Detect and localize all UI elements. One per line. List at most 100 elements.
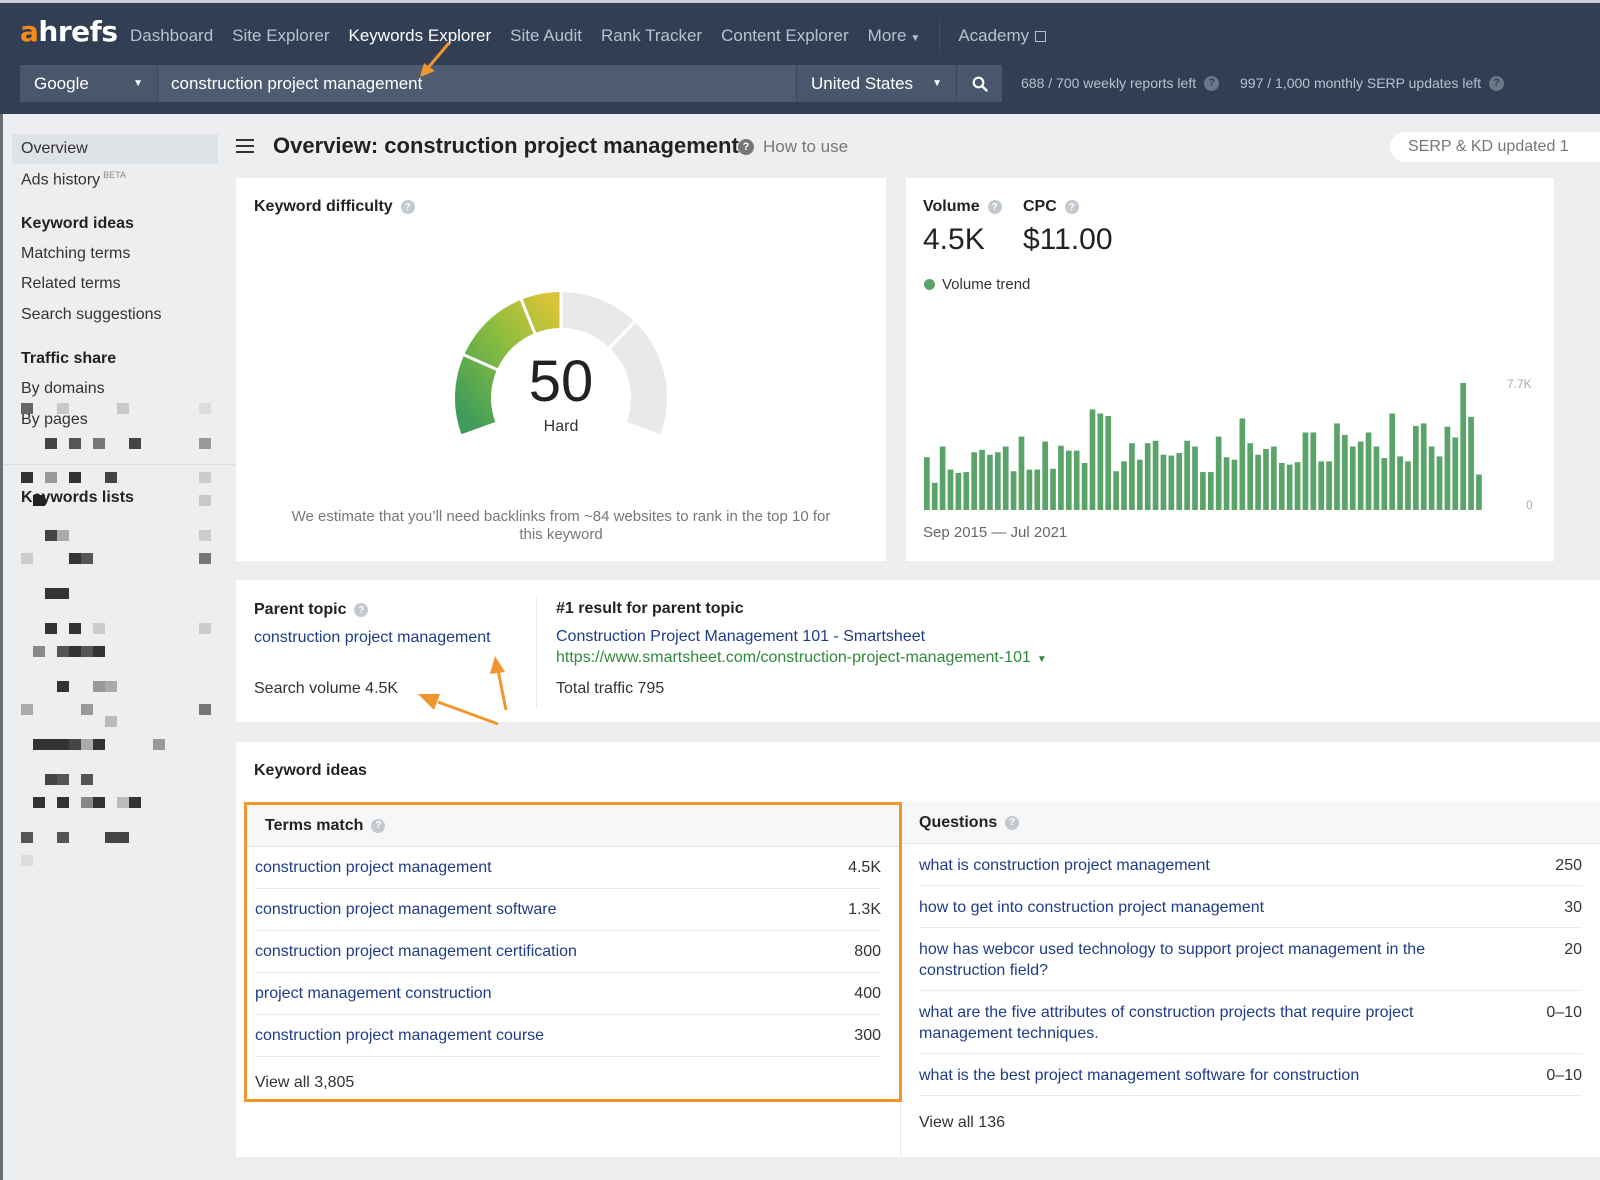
volume-trend-bar[interactable]: [1286, 464, 1293, 510]
nav-site-audit[interactable]: Site Audit: [510, 26, 582, 46]
nav-content-explorer[interactable]: Content Explorer: [721, 26, 849, 46]
nav-rank-tracker[interactable]: Rank Tracker: [601, 26, 702, 46]
question-link[interactable]: what is construction project management: [919, 855, 1459, 876]
volume-trend-bar[interactable]: [1468, 416, 1474, 510]
volume-trend-bar[interactable]: [1129, 443, 1135, 510]
volume-trend-bar[interactable]: [1192, 446, 1198, 511]
volume-trend-bar[interactable]: [1278, 462, 1285, 510]
volume-trend-bar[interactable]: [1215, 436, 1222, 510]
volume-trend-bar[interactable]: [1144, 443, 1151, 510]
volume-trend-bar[interactable]: [1476, 474, 1482, 510]
questions-view-all-link[interactable]: View all 136: [919, 1114, 1005, 1132]
volume-trend-bar[interactable]: [1389, 413, 1396, 510]
volume-trend-bar[interactable]: [1223, 457, 1230, 510]
nav-site-explorer[interactable]: Site Explorer: [232, 26, 329, 46]
volume-trend-bar[interactable]: [1271, 446, 1277, 511]
search-engine-select[interactable]: Google ▼: [20, 65, 158, 102]
question-link[interactable]: how to get into construction project man…: [919, 897, 1459, 918]
volume-trend-bar[interactable]: [1255, 454, 1261, 510]
help-icon[interactable]: ?: [987, 200, 1002, 214]
keyword-link[interactable]: project management construction: [255, 985, 492, 1003]
volume-trend-bar[interactable]: [1113, 471, 1119, 510]
help-icon[interactable]: ?: [1489, 75, 1505, 91]
volume-trend-bar[interactable]: [1089, 409, 1096, 510]
volume-trend-bar[interactable]: [963, 472, 970, 510]
help-icon[interactable]: ?: [400, 200, 415, 214]
how-to-use-link[interactable]: ? How to use: [738, 137, 848, 157]
sidebar-item-overview[interactable]: Overview: [21, 140, 88, 158]
help-icon[interactable]: ?: [1064, 200, 1079, 214]
sidebar-item-matching-terms[interactable]: Matching terms: [21, 245, 130, 263]
help-icon[interactable]: ?: [1005, 815, 1020, 830]
volume-trend-bar[interactable]: [987, 454, 993, 510]
help-icon[interactable]: ?: [1204, 75, 1220, 91]
top-result-title-link[interactable]: Construction Project Management 101 - Sm…: [556, 628, 925, 646]
volume-trend-bar[interactable]: [1405, 461, 1411, 510]
sidebar-item-ads-history[interactable]: Ads history BETA: [21, 170, 126, 189]
volume-trend-bar[interactable]: [1121, 461, 1127, 510]
question-link[interactable]: how has webcor used technology to suppor…: [919, 939, 1459, 981]
volume-trend-bar[interactable]: [1302, 432, 1309, 510]
volume-trend-bar[interactable]: [971, 452, 978, 510]
volume-trend-bar[interactable]: [1247, 443, 1254, 510]
volume-trend-bar[interactable]: [1058, 445, 1064, 510]
volume-trend-bar[interactable]: [1444, 426, 1451, 510]
volume-trend-bar[interactable]: [1326, 461, 1332, 510]
volume-trend-bar[interactable]: [1413, 425, 1419, 510]
volume-trend-bar[interactable]: [1318, 461, 1325, 510]
volume-trend-bar[interactable]: [1105, 415, 1112, 510]
ahrefs-logo[interactable]: ahrefs: [20, 15, 118, 48]
volume-trend-bar[interactable]: [1436, 456, 1443, 510]
volume-trend-bar[interactable]: [1200, 472, 1206, 510]
volume-trend-bar[interactable]: [1081, 462, 1088, 510]
volume-trend-bar[interactable]: [1065, 450, 1072, 510]
keyword-input[interactable]: [158, 65, 796, 102]
volume-trend-bar[interactable]: [1334, 423, 1340, 510]
volume-trend-bar[interactable]: [1176, 453, 1183, 510]
volume-trend-bar[interactable]: [939, 446, 946, 511]
volume-trend-bar[interactable]: [1357, 441, 1364, 510]
volume-trend-bar[interactable]: [1152, 440, 1159, 510]
parent-topic-keyword-link[interactable]: construction project management: [254, 629, 491, 647]
volume-trend-bar[interactable]: [1050, 468, 1056, 510]
volume-trend-bar[interactable]: [931, 482, 938, 510]
help-icon[interactable]: ?: [371, 818, 386, 833]
volume-trend-bar[interactable]: [955, 472, 962, 510]
volume-trend-bar[interactable]: [1420, 423, 1427, 510]
volume-trend-bar[interactable]: [1042, 441, 1048, 510]
volume-trend-bar[interactable]: [1397, 456, 1403, 510]
volume-trend-bar[interactable]: [947, 469, 954, 510]
top-result-url[interactable]: https://www.smartsheet.com/construction-…: [556, 649, 1047, 667]
keyword-link[interactable]: construction project management software: [255, 901, 556, 919]
volume-trend-bar[interactable]: [1263, 448, 1269, 510]
nav-more[interactable]: More ▼: [868, 26, 921, 46]
volume-trend-bar[interactable]: [1239, 418, 1246, 510]
volume-trend-bar[interactable]: [1294, 462, 1301, 510]
nav-dashboard[interactable]: Dashboard: [130, 26, 213, 46]
volume-trend-bar[interactable]: [1381, 458, 1388, 510]
volume-trend-bar[interactable]: [1002, 446, 1009, 511]
volume-trend-bar[interactable]: [1207, 472, 1214, 510]
volume-trend-bar[interactable]: [994, 452, 1001, 510]
sidebar-item-by-domains[interactable]: By domains: [21, 380, 105, 398]
volume-trend-bar[interactable]: [1097, 413, 1104, 510]
terms-match-view-all-link[interactable]: View all 3,805: [255, 1074, 354, 1092]
volume-trend-bar[interactable]: [1160, 454, 1167, 510]
sidebar-item-search-suggestions[interactable]: Search suggestions: [21, 306, 162, 324]
volume-trend-bar[interactable]: [1452, 437, 1459, 510]
volume-trend-bar[interactable]: [1073, 450, 1080, 510]
volume-trend-bar[interactable]: [1342, 434, 1348, 510]
volume-trend-bar[interactable]: [1428, 446, 1435, 511]
country-select[interactable]: United States ▼: [796, 65, 956, 102]
volume-trend-bar[interactable]: [1184, 440, 1190, 510]
volume-trend-bar[interactable]: [1231, 459, 1238, 510]
volume-trend-bar[interactable]: [1365, 432, 1372, 510]
volume-trend-bar[interactable]: [1460, 383, 1467, 510]
nav-academy[interactable]: Academy: [958, 26, 1047, 46]
question-link[interactable]: what is the best project management soft…: [919, 1065, 1459, 1086]
volume-trend-bar[interactable]: [1010, 471, 1017, 510]
help-icon[interactable]: ?: [354, 603, 369, 617]
keyword-link[interactable]: construction project management course: [255, 1027, 544, 1045]
keyword-link[interactable]: construction project management: [255, 859, 492, 877]
volume-trend-bar[interactable]: [1168, 455, 1175, 510]
